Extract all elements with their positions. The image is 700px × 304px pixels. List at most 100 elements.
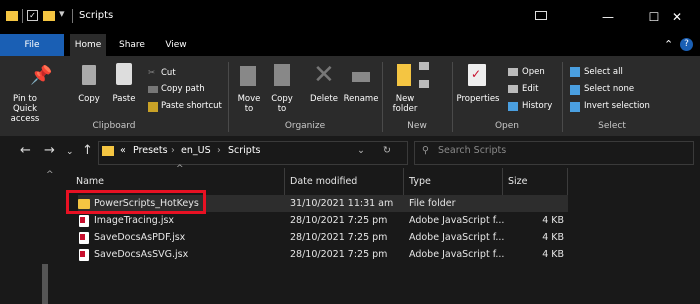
new-group-label: New — [407, 121, 427, 131]
rename-icon[interactable] — [352, 72, 370, 82]
minimize-button[interactable]: — — [585, 0, 631, 34]
file-name[interactable]: SaveDocsAsSVG.jsx — [94, 249, 188, 260]
file-date: 28/10/2021 7:25 pm — [290, 215, 388, 226]
new-folder-button[interactable]: New folder — [388, 94, 422, 114]
paste-button[interactable]: Paste — [108, 94, 140, 104]
open-icon[interactable] — [508, 68, 518, 76]
scrollbar-thumb[interactable] — [42, 264, 48, 304]
history-button[interactable]: History — [522, 101, 552, 111]
select-all-icon[interactable] — [570, 67, 580, 77]
invert-selection-button[interactable]: Invert selection — [584, 101, 650, 111]
divider — [403, 168, 404, 196]
properties-icon[interactable]: ✓ — [468, 64, 486, 86]
breadcrumb-en-us[interactable]: en_US — [181, 145, 211, 156]
table-row[interactable]: SaveDocsAsPDF.jsx 28/10/2021 7:25 pm Ado… — [78, 230, 568, 246]
file-type: Adobe JavaScript f... — [409, 232, 505, 243]
tab-home[interactable]: Home — [70, 34, 106, 56]
copy-path-button[interactable]: Copy path — [161, 84, 205, 94]
select-all-button[interactable]: Select all — [584, 67, 623, 77]
table-row[interactable]: ImageTracing.jsx 28/10/2021 7:25 pm Adob… — [78, 213, 568, 229]
window-title: Scripts — [79, 10, 114, 21]
column-header-date-modified[interactable]: Date modified — [290, 176, 357, 187]
jsx-file-icon — [79, 215, 89, 227]
select-group-label: Select — [598, 121, 626, 131]
search-input[interactable]: Search Scripts — [438, 145, 506, 156]
copy-icon[interactable] — [82, 65, 96, 85]
file-name[interactable]: SaveDocsAsPDF.jsx — [94, 232, 185, 243]
divider — [567, 168, 568, 196]
column-header-size[interactable]: Size — [508, 176, 528, 187]
copy-path-icon[interactable] — [148, 86, 158, 93]
edit-icon[interactable] — [508, 85, 518, 93]
divider — [502, 168, 503, 196]
sort-ascending-icon: ^ — [176, 164, 184, 174]
organize-group-label: Organize — [284, 121, 326, 131]
tab-file[interactable]: File — [0, 34, 64, 56]
rename-button[interactable]: Rename — [342, 94, 380, 104]
up-arrow-icon[interactable]: ↑ — [82, 143, 93, 158]
copy-button[interactable]: Copy — [73, 94, 105, 104]
easy-access-icon[interactable] — [419, 80, 429, 88]
pin-label[interactable]: Pin to Quick access — [0, 94, 50, 124]
paste-shortcut-button[interactable]: Paste shortcut — [161, 101, 222, 111]
paste-shortcut-icon[interactable] — [148, 102, 158, 112]
file-date: 28/10/2021 7:25 pm — [290, 232, 388, 243]
move-to-icon[interactable] — [240, 66, 256, 86]
history-icon[interactable] — [508, 102, 518, 111]
copy-to-button[interactable]: Copy to — [266, 94, 298, 114]
collapse-ribbon-icon[interactable]: ⌃ — [664, 38, 673, 51]
file-type: Adobe JavaScript f... — [409, 215, 505, 226]
breadcrumb-separator-icon[interactable]: › — [171, 145, 175, 156]
select-none-icon[interactable] — [570, 85, 580, 95]
tab-share[interactable]: Share — [114, 34, 150, 56]
tab-view[interactable]: View — [158, 34, 194, 56]
divider — [72, 9, 73, 23]
column-header-name[interactable]: Name — [76, 176, 104, 187]
refresh-icon[interactable]: ↻ — [383, 145, 391, 156]
file-name[interactable]: ImageTracing.jsx — [94, 215, 174, 226]
invert-selection-icon[interactable] — [570, 102, 580, 112]
divider — [22, 9, 23, 23]
address-dropdown-icon[interactable]: ⌄ — [357, 145, 365, 156]
customize-quick-access-icon[interactable]: ▾ — [59, 7, 65, 20]
properties-quick-icon[interactable]: ✓ — [27, 10, 38, 21]
delete-button[interactable]: Delete — [306, 94, 342, 104]
file-date: 31/10/2021 11:31 am — [290, 198, 394, 209]
breadcrumb-presets[interactable]: Presets — [133, 145, 168, 156]
file-size: 4 KB — [542, 232, 564, 243]
file-date: 28/10/2021 7:25 pm — [290, 249, 388, 260]
paste-icon[interactable] — [116, 63, 132, 85]
cut-icon[interactable]: ✂ — [148, 68, 155, 78]
recent-locations-chevron-icon[interactable]: ⌄ — [66, 147, 74, 157]
search-icon: ⚲ — [422, 145, 429, 156]
copy-to-icon[interactable] — [274, 64, 290, 86]
breadcrumb-overflow[interactable]: « — [120, 145, 126, 156]
breadcrumb-scripts[interactable]: Scripts — [228, 145, 261, 156]
new-item-icon[interactable] — [419, 62, 429, 70]
highlight-annotation — [66, 190, 206, 214]
select-none-button[interactable]: Select none — [584, 84, 634, 94]
delete-icon[interactable]: ✕ — [313, 60, 335, 90]
file-size: 4 KB — [542, 215, 564, 226]
tablet-mode-icon[interactable] — [535, 11, 547, 20]
move-to-button[interactable]: Move to — [232, 94, 266, 114]
forward-arrow-icon[interactable]: → — [44, 143, 55, 158]
edit-button[interactable]: Edit — [522, 84, 538, 94]
cut-button[interactable]: Cut — [161, 68, 176, 78]
pin-icon: 📌 — [30, 65, 53, 86]
file-type: File folder — [409, 198, 456, 209]
back-arrow-icon[interactable]: ← — [20, 143, 31, 158]
table-row[interactable]: SaveDocsAsSVG.jsx 28/10/2021 7:25 pm Ado… — [78, 247, 568, 263]
jsx-file-icon — [79, 249, 89, 261]
close-button[interactable]: ✕ — [654, 0, 700, 34]
properties-button[interactable]: Properties — [455, 94, 501, 104]
breadcrumb-separator-icon[interactable]: › — [217, 145, 221, 156]
help-icon[interactable]: ? — [680, 38, 693, 51]
new-folder-icon[interactable] — [397, 64, 411, 86]
file-size: 4 KB — [542, 249, 564, 260]
new-folder-quick-icon[interactable] — [43, 11, 55, 21]
open-button[interactable]: Open — [522, 67, 545, 77]
scroll-up-icon[interactable]: ^ — [46, 170, 54, 180]
column-header-type[interactable]: Type — [409, 176, 431, 187]
divider — [284, 168, 285, 196]
